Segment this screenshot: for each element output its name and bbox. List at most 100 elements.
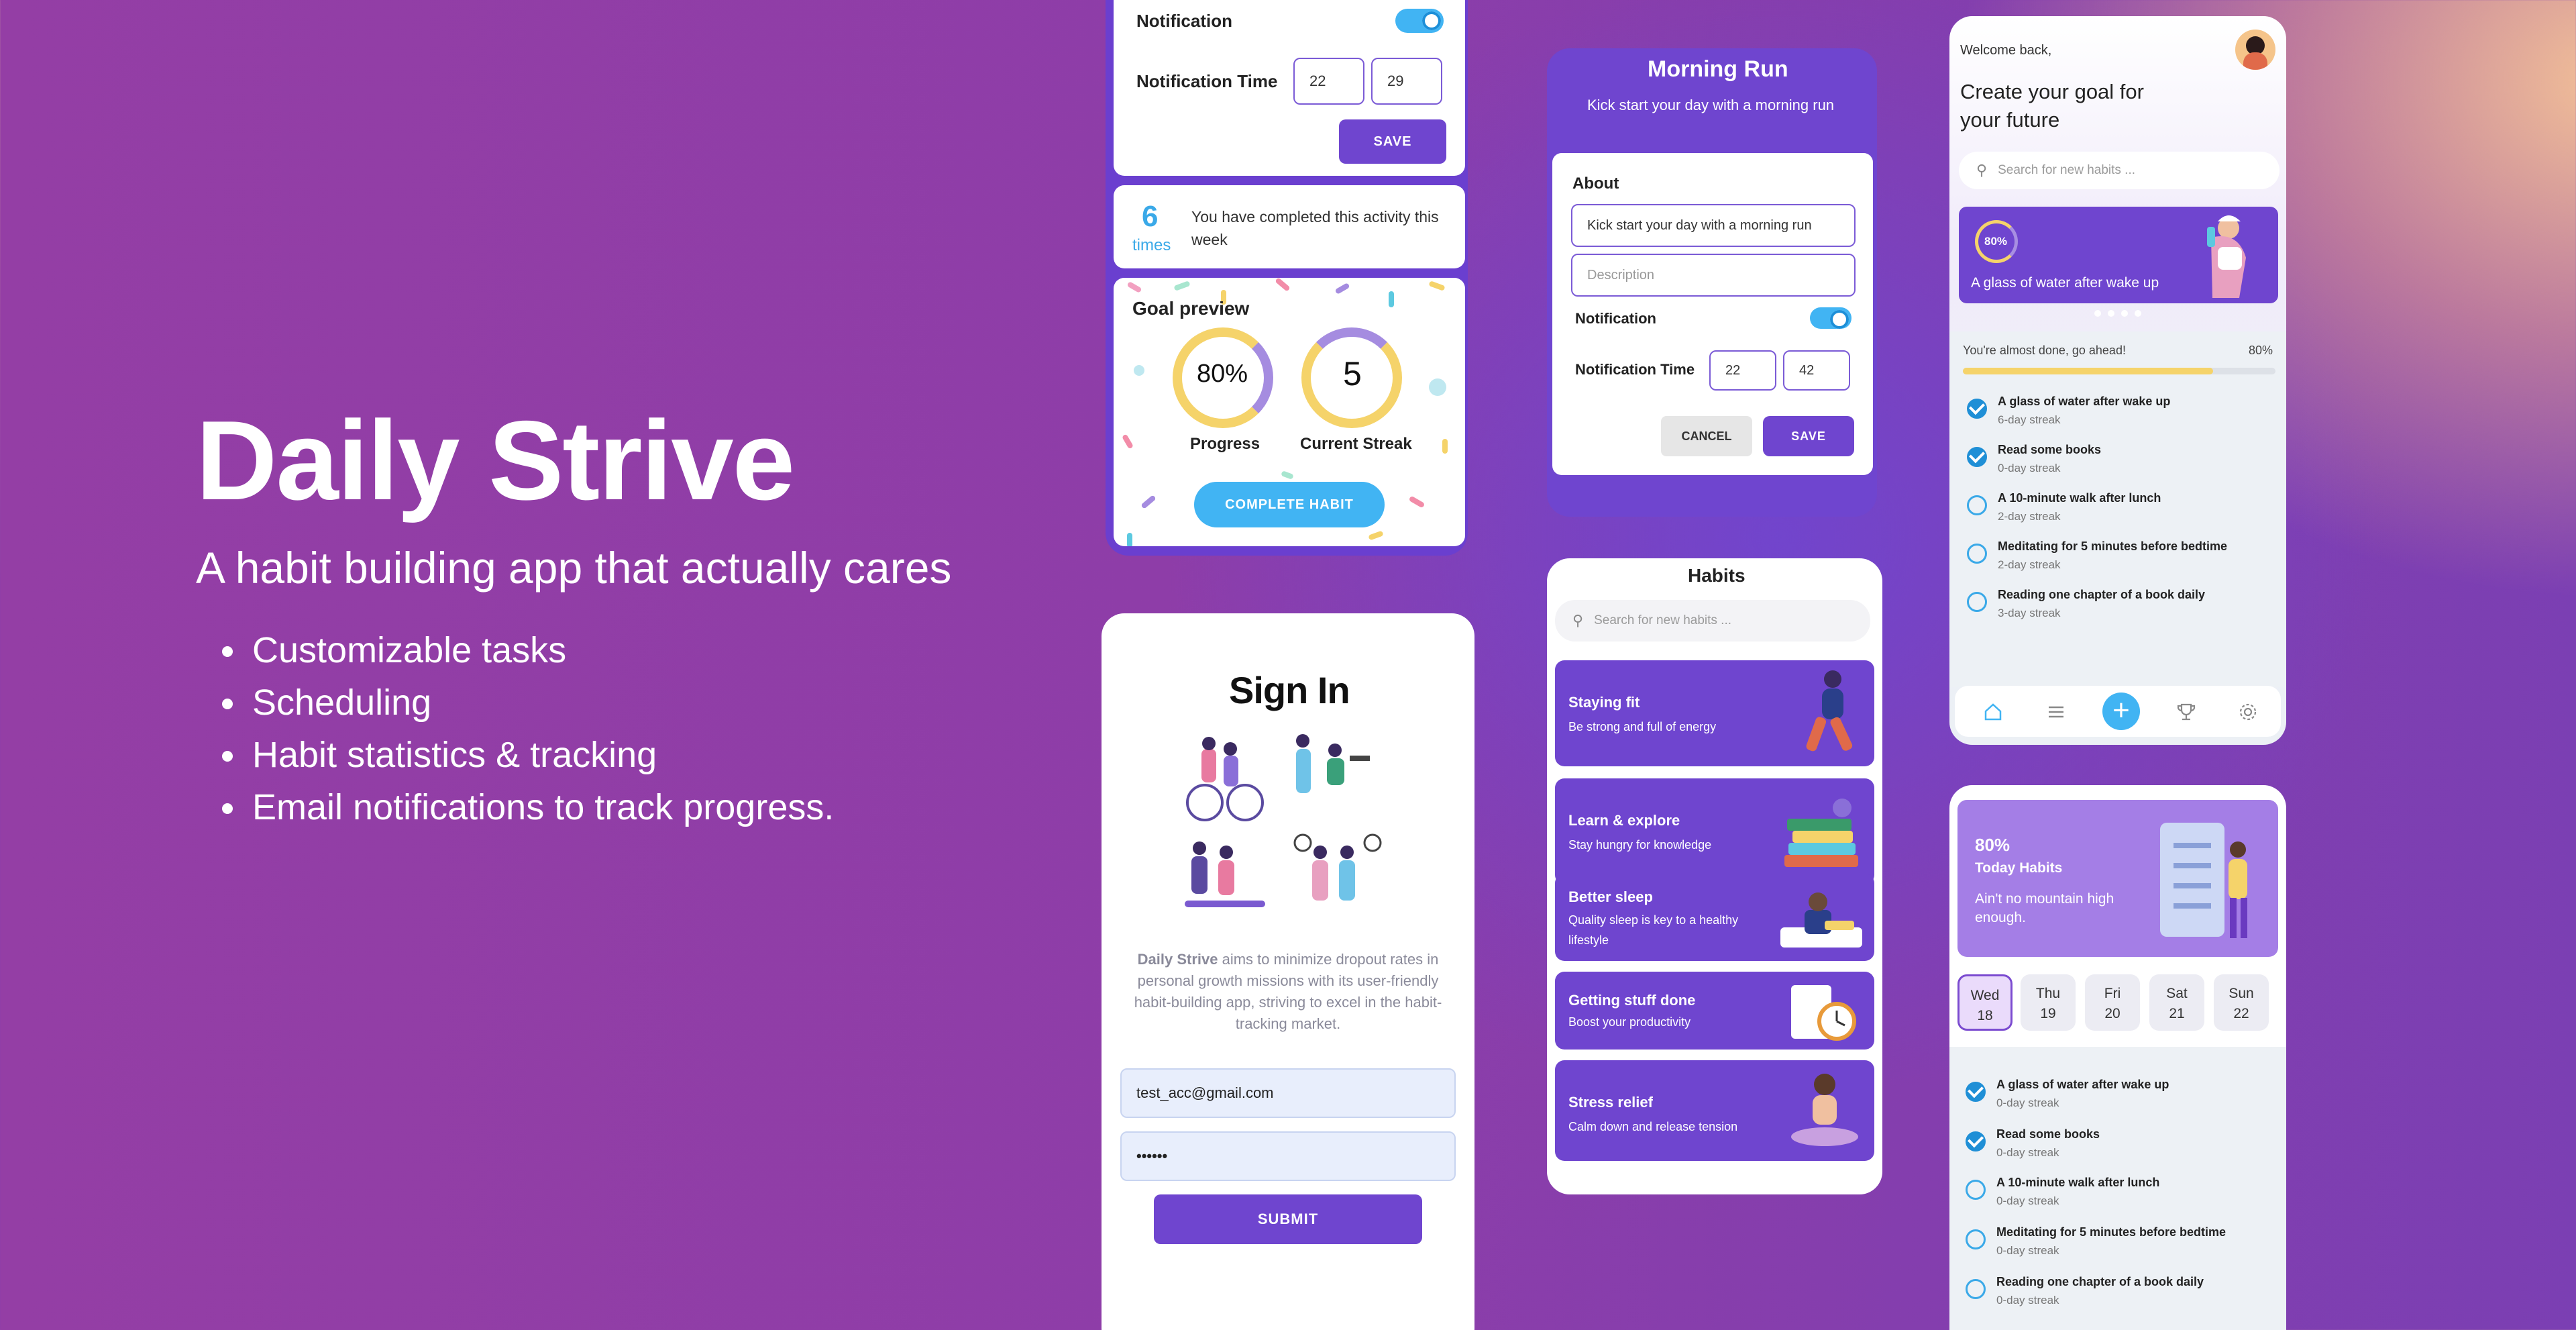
add-habit-button[interactable]: + — [2102, 693, 2140, 730]
day-number: 19 — [2040, 1006, 2056, 1021]
search-placeholder: Search for new habits ... — [1594, 613, 1732, 627]
progress-value: 80% — [1197, 360, 1248, 388]
hour-field[interactable]: 22 — [1293, 58, 1364, 105]
signin-title: Sign In — [1229, 669, 1350, 711]
description-field[interactable]: Description — [1571, 254, 1856, 297]
avatar[interactable] — [2235, 30, 2275, 70]
edit-habit-title: Morning Run — [1648, 56, 1788, 82]
completed-text: You have completed this activity this we… — [1191, 208, 1439, 248]
today-habit-checkbox[interactable] — [1966, 1229, 1986, 1249]
day-name: Fri — [2104, 986, 2121, 1001]
category-title: Staying fit — [1568, 694, 1640, 711]
day-number: 18 — [1977, 1008, 1993, 1023]
day-wed[interactable]: Wed 18 — [1957, 974, 2012, 1031]
habit-title: Reading one chapter of a book daily — [1998, 588, 2206, 601]
day-fri[interactable]: Fri 20 — [2085, 974, 2140, 1031]
notification-toggle[interactable] — [1395, 9, 1444, 33]
password-field[interactable]: •••••• — [1120, 1131, 1456, 1181]
brand-name: Daily Strive — [1137, 951, 1218, 968]
day-number: 22 — [2233, 1006, 2249, 1021]
category-card[interactable]: Getting stuff done Boost your productivi… — [1555, 972, 1874, 1050]
edit-save-button[interactable]: SAVE — [1763, 416, 1854, 456]
feature-item: Customizable tasks — [248, 624, 834, 676]
bottom-nav: + — [1955, 686, 2281, 737]
notification-time-label: Notification Time — [1136, 71, 1278, 91]
category-subtitle: Quality sleep is key to a healthy lifest… — [1568, 913, 1739, 947]
hero-title: Daily Strive — [196, 397, 795, 523]
progress-panel — [1949, 331, 2286, 687]
day-sat[interactable]: Sat 21 — [2149, 974, 2204, 1031]
today-habit-streak: 0-day streak — [1996, 1294, 2059, 1307]
day-name: Wed — [1970, 988, 2000, 1003]
list-icon[interactable] — [2046, 702, 2066, 722]
day-name: Sun — [2229, 986, 2254, 1001]
books-illustration — [1784, 799, 1858, 867]
hero-subtitle: A habit building app that actually cares — [196, 543, 952, 593]
feature-list: Customizable tasks Scheduling Habit stat… — [248, 624, 834, 833]
day-thu[interactable]: Thu 19 — [2021, 974, 2076, 1031]
welcome-text: Welcome back, — [1960, 43, 2052, 58]
category-subtitle: Be strong and full of energy — [1568, 720, 1717, 733]
today-habit-checkbox[interactable] — [1966, 1131, 1986, 1152]
gear-icon[interactable] — [2238, 702, 2258, 722]
category-card[interactable]: Learn & explore Stay hungry for knowledg… — [1555, 778, 1874, 884]
category-card[interactable]: Better sleep Quality sleep is key to a h… — [1555, 874, 1874, 961]
email-field[interactable]: test_acc@gmail.com — [1120, 1068, 1456, 1118]
edit-minute-field[interactable]: 42 — [1783, 350, 1850, 391]
today-habit-streak: 0-day streak — [1996, 1146, 2059, 1159]
category-subtitle: Boost your productivity — [1568, 1015, 1691, 1029]
signin-illustration — [1185, 734, 1382, 907]
category-card[interactable]: Staying fit Be strong and full of energy — [1555, 660, 1874, 766]
habits-search-input[interactable]: ⚲ Search for new habits ... — [1555, 600, 1870, 642]
home-search-input[interactable]: ⚲ Search for new habits ... — [1959, 152, 2279, 189]
today-habit-checkbox[interactable] — [1966, 1279, 1986, 1299]
category-subtitle: Stay hungry for knowledge — [1568, 838, 1712, 852]
habit-checkbox[interactable] — [1967, 544, 1987, 564]
habits-title: Habits — [1688, 565, 1746, 586]
edit-hour-field[interactable]: 22 — [1709, 350, 1776, 391]
category-card[interactable]: Stress relief Calm down and release tens… — [1555, 1060, 1874, 1161]
save-button[interactable]: SAVE — [1339, 119, 1446, 164]
today-habit-title: A glass of water after wake up — [1996, 1078, 2169, 1091]
habit-checkbox[interactable] — [1967, 495, 1987, 515]
signin-description: Daily Strive aims to minimize dropout ra… — [1124, 949, 1452, 1035]
minute-field[interactable]: 29 — [1371, 58, 1442, 105]
day-number: 21 — [2169, 1006, 2185, 1021]
habit-title: A 10-minute walk after lunch — [1998, 491, 2161, 505]
habit-checkbox[interactable] — [1967, 447, 1987, 467]
day-number: 20 — [2104, 1006, 2121, 1021]
habit-checkbox[interactable] — [1967, 399, 1987, 419]
today-title: Today Habits — [1975, 860, 2063, 876]
progress-bar — [1963, 368, 2275, 374]
complete-habit-button[interactable]: COMPLETE HABIT — [1194, 482, 1385, 527]
search-icon: ⚲ — [1572, 612, 1584, 629]
about-field[interactable]: Kick start your day with a morning run — [1571, 204, 1856, 247]
today-habit-streak: 0-day streak — [1996, 1096, 2059, 1109]
progress-label: Progress — [1190, 435, 1260, 453]
day-name: Sat — [2166, 986, 2188, 1001]
today-habit-checkbox[interactable] — [1966, 1082, 1986, 1102]
habit-checkbox[interactable] — [1967, 592, 1987, 612]
runner-illustration — [1806, 670, 1853, 752]
today-subtitle: Ain't no mountain high enough. — [1975, 891, 2114, 925]
habit-streak: 3-day streak — [1998, 607, 2061, 619]
category-title: Learn & explore — [1568, 812, 1680, 829]
banner-text: A glass of water after wake up — [1971, 275, 2159, 291]
today-habit-streak: 0-day streak — [1996, 1244, 2059, 1257]
submit-button[interactable]: SUBMIT — [1154, 1194, 1422, 1244]
edit-notification-toggle[interactable] — [1810, 307, 1851, 329]
edit-notification-time-label: Notification Time — [1575, 361, 1695, 378]
day-sun[interactable]: Sun 22 — [2214, 974, 2269, 1031]
times-count: 6 — [1142, 200, 1159, 233]
cancel-button[interactable]: CANCEL — [1661, 416, 1752, 456]
home-icon[interactable] — [1983, 702, 2003, 722]
notification-label: Notification — [1136, 11, 1232, 31]
trophy-icon[interactable] — [2176, 702, 2196, 722]
streak-label: Current Streak — [1300, 435, 1412, 453]
category-title: Stress relief — [1568, 1094, 1653, 1111]
habit-title: A glass of water after wake up — [1998, 395, 2171, 408]
today-habit-checkbox[interactable] — [1966, 1180, 1986, 1200]
edit-notification-label: Notification — [1575, 310, 1656, 327]
habit-streak: 6-day streak — [1998, 413, 2061, 426]
carousel-dots[interactable] — [2094, 310, 2143, 318]
